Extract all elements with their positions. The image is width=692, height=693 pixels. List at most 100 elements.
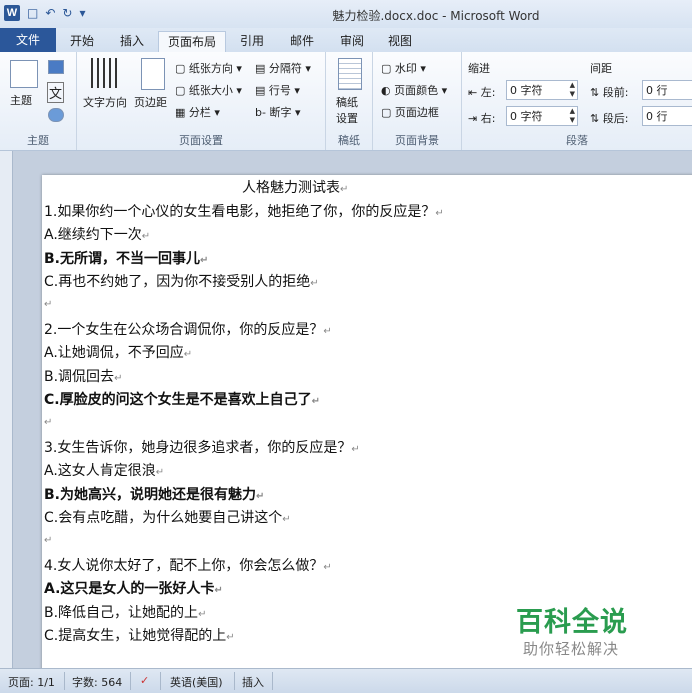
watermark-label: 水印	[394, 62, 417, 75]
line-text: A.这女人肯定很浪	[44, 463, 156, 480]
status-separator	[234, 672, 235, 690]
breaks-button[interactable]: ▤ 分隔符 ▾	[255, 60, 311, 76]
document-line: A.这只是女人的一张好人卡↵	[44, 578, 223, 598]
paragraph-mark-icon: ↵	[198, 608, 207, 620]
status-separator	[272, 672, 273, 690]
tab-page-layout[interactable]: 页面布局	[158, 31, 226, 53]
orientation-button[interactable]: ▢ 纸张方向 ▾	[175, 60, 242, 76]
document-line: C.提高女生，让她觉得配的上↵	[44, 625, 235, 645]
indent-right-label: ⇥ 右:	[468, 112, 496, 125]
group-page-background: ▢ 水印 ▾ ◐ 页面颜色 ▾ ▢ 页面边框 页面背景	[373, 52, 462, 150]
paragraph-mark-icon: ↵	[282, 514, 291, 526]
spacing-after-value: 0 行	[646, 110, 668, 123]
page-borders-label: 页面边框	[394, 106, 439, 119]
page-count-status[interactable]: 页面: 1/1	[8, 674, 55, 690]
indent-left-input[interactable]: 0 字符 ▲ ▼	[506, 80, 578, 100]
paragraph-mark-icon: ↵	[114, 372, 123, 384]
watermark-title: 百科全说	[516, 607, 628, 638]
document-line: 2.一个女生在公众场合调侃你，你的反应是？↵	[44, 319, 332, 339]
page-borders-button[interactable]: ▢ 页面边框	[381, 104, 439, 120]
tab-mailings[interactable]: 邮件	[282, 31, 322, 52]
document-line: C.会有点吃醋，为什么她要自己讲这个↵	[44, 507, 291, 527]
proofing-icon[interactable]: ✓	[140, 674, 149, 687]
paragraph-mark-icon: ↵	[311, 396, 320, 408]
themes-button[interactable]: 主题	[10, 92, 32, 108]
tab-references[interactable]: 引用	[232, 31, 272, 52]
document-line: B.无所谓，不当一回事儿↵	[44, 248, 208, 268]
document-line: B.为她高兴，说明她还是很有魅力↵	[44, 484, 264, 504]
tab-view[interactable]: 视图	[380, 31, 420, 52]
draft-paper-label-1[interactable]: 稿纸	[336, 94, 358, 110]
paragraph-mark-icon: ↵	[155, 467, 165, 479]
spinner-icon[interactable]: ▲ ▼	[570, 81, 575, 99]
document-line: C.再也不约她了，因为你不接受别人的拒绝↵	[44, 271, 319, 291]
themes-icon[interactable]	[10, 60, 38, 88]
group-title-draft-paper: 稿纸	[338, 134, 360, 147]
text-direction-button[interactable]: 文字方向	[83, 94, 127, 110]
breaks-label: 分隔符	[268, 62, 302, 75]
hyphenation-button[interactable]: b‐ 断字 ▾	[255, 104, 300, 120]
theme-fonts-icon[interactable]: 文	[47, 82, 65, 103]
paragraph-mark-icon: ↵	[256, 490, 265, 502]
line-text: A.继续约下一次	[44, 227, 142, 244]
paragraph-mark-icon: ↵	[183, 349, 193, 361]
status-separator	[64, 672, 65, 690]
line-text: 3.女生告诉你，她身边很多追求者，你的反应是？	[44, 439, 352, 456]
window-title: 魅力检验.docx.doc - Microsoft Word	[332, 9, 540, 23]
insert-mode-status[interactable]: 插入	[242, 674, 264, 690]
status-separator	[160, 672, 161, 690]
size-button[interactable]: ▢ 纸张大小 ▾	[175, 82, 242, 98]
line-text: B.调侃回去	[44, 368, 115, 385]
orientation-label: 纸张方向	[188, 62, 233, 75]
document-line: A.让她调侃，不予回应↵	[44, 342, 192, 362]
paragraph-mark-icon: ↵	[435, 207, 444, 219]
draft-paper-icon[interactable]	[338, 58, 362, 90]
draft-paper-label-2[interactable]: 设置	[336, 110, 358, 126]
line-text: B.降低自己，让她配的上	[44, 604, 199, 621]
theme-colors-icon[interactable]	[48, 60, 64, 74]
spinner-icon[interactable]: ▲ ▼	[570, 107, 575, 125]
spacing-before-value: 0 行	[646, 84, 668, 97]
margins-button[interactable]: 页边距	[134, 94, 167, 110]
line-text: A.这只是女人的一张好人卡	[44, 581, 215, 598]
tab-review[interactable]: 审阅	[332, 31, 372, 52]
line-text: B.为她高兴，说明她还是很有魅力	[44, 486, 256, 503]
theme-effects-icon[interactable]	[48, 108, 64, 122]
size-label: 纸张大小	[188, 84, 233, 97]
page-color-button[interactable]: ◐ 页面颜色 ▾	[381, 82, 447, 98]
text-direction-icon[interactable]	[91, 58, 117, 88]
line-text: 2.一个女生在公众场合调侃你，你的反应是？	[44, 321, 324, 338]
watermark-button[interactable]: ▢ 水印 ▾	[381, 60, 426, 76]
paragraph-mark-icon: ↵	[44, 417, 53, 428]
tab-file[interactable]: 文件	[0, 28, 56, 52]
paragraph-mark-icon: ↵	[226, 632, 235, 644]
paragraph-mark-icon: ↵	[214, 585, 223, 597]
indent-right-text: 右:	[480, 112, 496, 125]
line-text: 1.如果你约一个心仪的女生看电影，她拒绝了你，你的反应是？	[44, 203, 436, 220]
watermark-subtitle: 助你轻松解决	[523, 640, 620, 658]
indent-right-value: 0 字符	[510, 110, 543, 123]
indent-right-input[interactable]: 0 字符 ▲ ▼	[506, 106, 578, 126]
spacing-after-input[interactable]: 0 行	[642, 106, 692, 126]
empty-paragraph: ↵	[44, 531, 52, 547]
margins-icon[interactable]	[141, 58, 165, 90]
line-text: C.厚脸皮的问这个女生是不是喜欢上自己了	[44, 392, 312, 409]
columns-label: 分栏	[188, 106, 211, 119]
tab-insert[interactable]: 插入	[112, 31, 152, 52]
empty-paragraph: ↵	[44, 413, 52, 429]
word-count-status[interactable]: 字数: 564	[72, 674, 122, 690]
group-draft-paper: 稿纸 设置 稿纸	[326, 52, 373, 150]
columns-button[interactable]: ▦ 分栏 ▾	[175, 104, 220, 120]
line-text: 4.女人说你太好了，配不上你，你会怎么做？	[44, 557, 324, 574]
tab-home[interactable]: 开始	[62, 31, 102, 52]
document-line: 1.如果你约一个心仪的女生看电影，她拒绝了你，你的反应是？↵	[44, 201, 444, 221]
group-title-page-setup: 页面设置	[179, 134, 223, 147]
document-line: B.降低自己，让她配的上↵	[44, 602, 206, 622]
line-text: C.再也不约她了，因为你不接受别人的拒绝	[44, 274, 311, 291]
line-numbers-button[interactable]: ▤ 行号 ▾	[255, 82, 300, 98]
spacing-before-text: 段前:	[602, 86, 629, 99]
spacing-after-label: ⇅ 段后:	[590, 112, 629, 125]
group-page-setup: 文字方向 页边距 ▢ 纸张方向 ▾ ▢ 纸张大小 ▾ ▦ 分栏 ▾ ▤ 分隔符 …	[77, 52, 326, 150]
spacing-before-input[interactable]: 0 行	[642, 80, 692, 100]
language-status[interactable]: 英语(美国)	[170, 674, 223, 690]
